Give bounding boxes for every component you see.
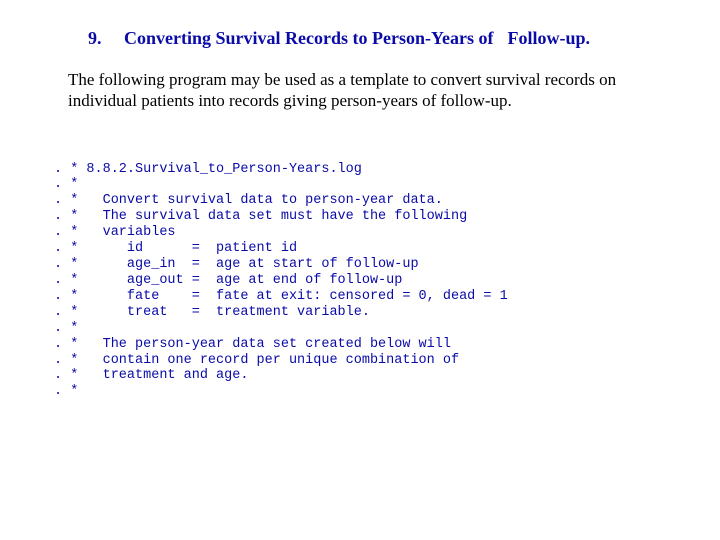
code-block: . * 8.8.2.Survival_to_Person-Years.log .… — [54, 162, 680, 401]
page: 9. Converting Survival Records to Person… — [0, 0, 720, 400]
intro-paragraph: The following program may be used as a t… — [68, 69, 660, 112]
section-heading: 9. Converting Survival Records to Person… — [88, 28, 680, 49]
section-title-part2: Follow-up. — [507, 28, 590, 48]
section-title-part1: Converting Survival Records to Person-Ye… — [124, 28, 493, 48]
section-number: 9. — [88, 28, 120, 49]
section-title: Converting Survival Records to Person-Ye… — [124, 28, 590, 48]
